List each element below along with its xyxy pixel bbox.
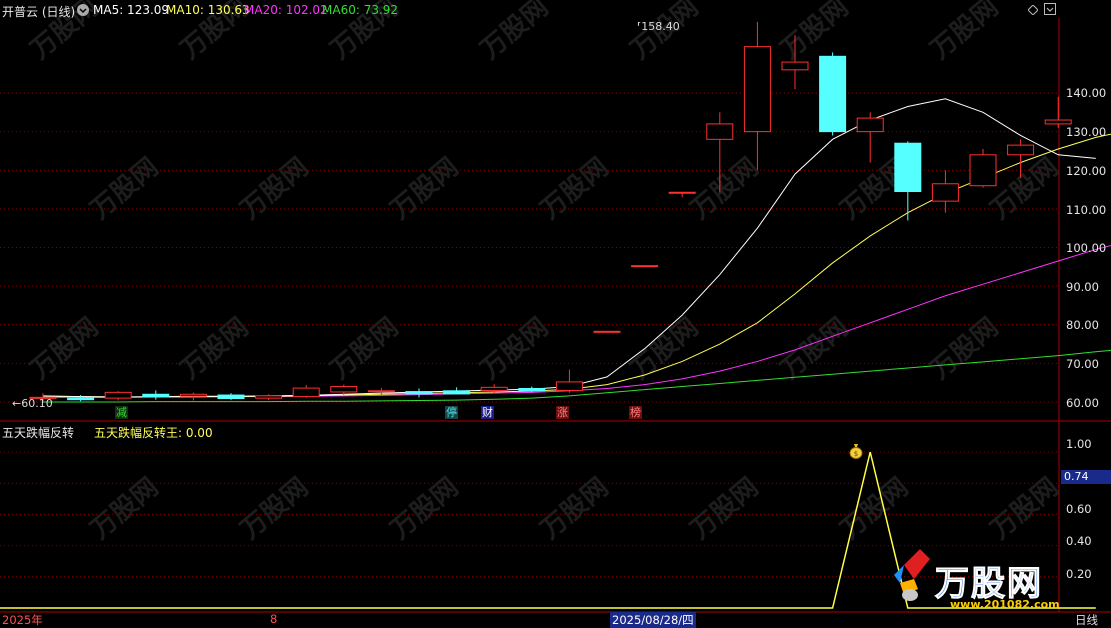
settings-icon[interactable] — [77, 4, 89, 16]
candle-body — [555, 381, 583, 391]
ma5-label: MA5: 123.09 — [93, 3, 170, 17]
candle-body — [367, 390, 395, 393]
candle-body — [819, 55, 847, 133]
current-value-marker: 0.74 — [1061, 470, 1111, 484]
watermark-text: 万股网 — [985, 152, 1064, 225]
watermark-text: 万股网 — [625, 312, 704, 385]
candle-body — [781, 61, 809, 71]
candle-body — [518, 387, 546, 392]
candle-body — [631, 265, 659, 268]
expand-icon[interactable] — [1044, 3, 1056, 15]
candle-body — [1007, 144, 1035, 156]
watermark-text: 万股网 — [25, 312, 104, 385]
candle-body — [443, 390, 471, 395]
y-tick: 110.00 — [1066, 203, 1107, 217]
low-price-label: ←60.10 — [12, 397, 53, 410]
ma60-label: MA60: 73.92 — [322, 3, 399, 17]
footer-month: 8 — [270, 612, 278, 626]
watermark-text: 万股网 — [685, 152, 764, 225]
watermark-text: 万股网 — [775, 0, 854, 65]
event-badge-reduce[interactable]: 减 — [115, 406, 128, 419]
candle-body — [593, 330, 621, 333]
y-tick: 80.00 — [1066, 318, 1099, 332]
y-tick: 120.00 — [1066, 164, 1107, 178]
sub-y-tick: 1.00 — [1066, 437, 1092, 451]
watermark-text: 万股网 — [175, 312, 254, 385]
brand-logo-icon — [890, 545, 932, 607]
watermark-text: 万股网 — [235, 152, 314, 225]
candle-body — [292, 387, 320, 398]
candle-body — [480, 386, 508, 391]
watermark-text: 万股网 — [925, 0, 1004, 65]
event-badge-finance[interactable]: 财 — [481, 406, 494, 419]
event-badge-halt[interactable]: 停 — [445, 406, 458, 419]
watermark-text: 万股网 — [925, 312, 1004, 385]
diamond-icon[interactable] — [1027, 4, 1039, 16]
candle-body — [405, 391, 433, 395]
sub-y-tick: 0.60 — [1066, 502, 1092, 516]
high-price-label: ⸢158.40 — [637, 20, 680, 33]
svg-text:$: $ — [854, 450, 858, 458]
sub-y-tick: 0.40 — [1066, 534, 1092, 548]
watermark-text: 万股网 — [835, 472, 914, 545]
sub-chart-value: 五天跌幅反转王: 0.00 — [94, 426, 213, 440]
candle-body — [969, 154, 997, 187]
candle-body — [894, 142, 922, 192]
watermark-text: 万股网 — [235, 472, 314, 545]
y-tick: 130.00 — [1066, 125, 1107, 139]
watermark-text: 万股网 — [325, 312, 404, 385]
y-tick: 140.00 — [1066, 86, 1107, 100]
sub-y-tick: 0.20 — [1066, 567, 1092, 581]
watermark-text: 万股网 — [385, 152, 464, 225]
footer-period[interactable]: 日线 — [1075, 612, 1098, 628]
watermark-text: 万股网 — [475, 0, 554, 65]
brand-url: www.201082.com — [950, 598, 1060, 611]
y-tick: 60.00 — [1066, 396, 1099, 410]
watermark-layer: 万股网 万股网 万股网 万股网 万股网 万股网 万股网万股网 万股网 万股网 万股网 万股网 万股网万… — [25, 0, 1064, 545]
candle-body — [179, 393, 207, 397]
chart-canvas: 万股网 万股网 万股网 万股网 万股网 万股网 万股网万股网 万股网 万股网 万股网 万股网 万股网万… — [0, 0, 1111, 613]
footer-year: 2025年 — [2, 613, 43, 627]
event-badge-limit-up[interactable]: 涨 — [556, 406, 569, 419]
candle-body — [217, 394, 245, 400]
sub-chart-title[interactable]: 五天跌幅反转 — [2, 424, 74, 441]
candle-body — [856, 117, 884, 133]
candle-body — [931, 183, 959, 202]
candle-body — [1044, 119, 1072, 125]
watermark-text: 万股网 — [85, 152, 164, 225]
candle-body — [706, 123, 734, 140]
candle-body — [255, 395, 283, 399]
y-tick: 100.00 — [1066, 241, 1107, 255]
watermark-text: 万股网 — [775, 312, 854, 385]
footer-current-date[interactable]: 2025/08/28/四 — [610, 612, 696, 628]
candle-body — [330, 386, 358, 393]
watermark-text: 万股网 — [475, 312, 554, 385]
money-bag-icon: $ — [849, 443, 863, 459]
candle-body — [67, 397, 95, 401]
ma10-label: MA10: 130.63 — [166, 3, 250, 17]
candle-body — [668, 191, 696, 194]
stock-title[interactable]: 开普云 (日线) — [2, 3, 75, 20]
y-tick: 90.00 — [1066, 280, 1099, 294]
watermark-text: 万股网 — [535, 472, 614, 545]
event-badge-ranking[interactable]: 榜 — [629, 406, 642, 419]
y-tick: 70.00 — [1066, 357, 1099, 371]
candle-body — [104, 391, 132, 399]
candle-body — [743, 46, 771, 133]
candle-body — [142, 393, 170, 398]
ma20-label: MA20: 102.02 — [244, 3, 328, 17]
watermark-text: 万股网 — [535, 152, 614, 225]
